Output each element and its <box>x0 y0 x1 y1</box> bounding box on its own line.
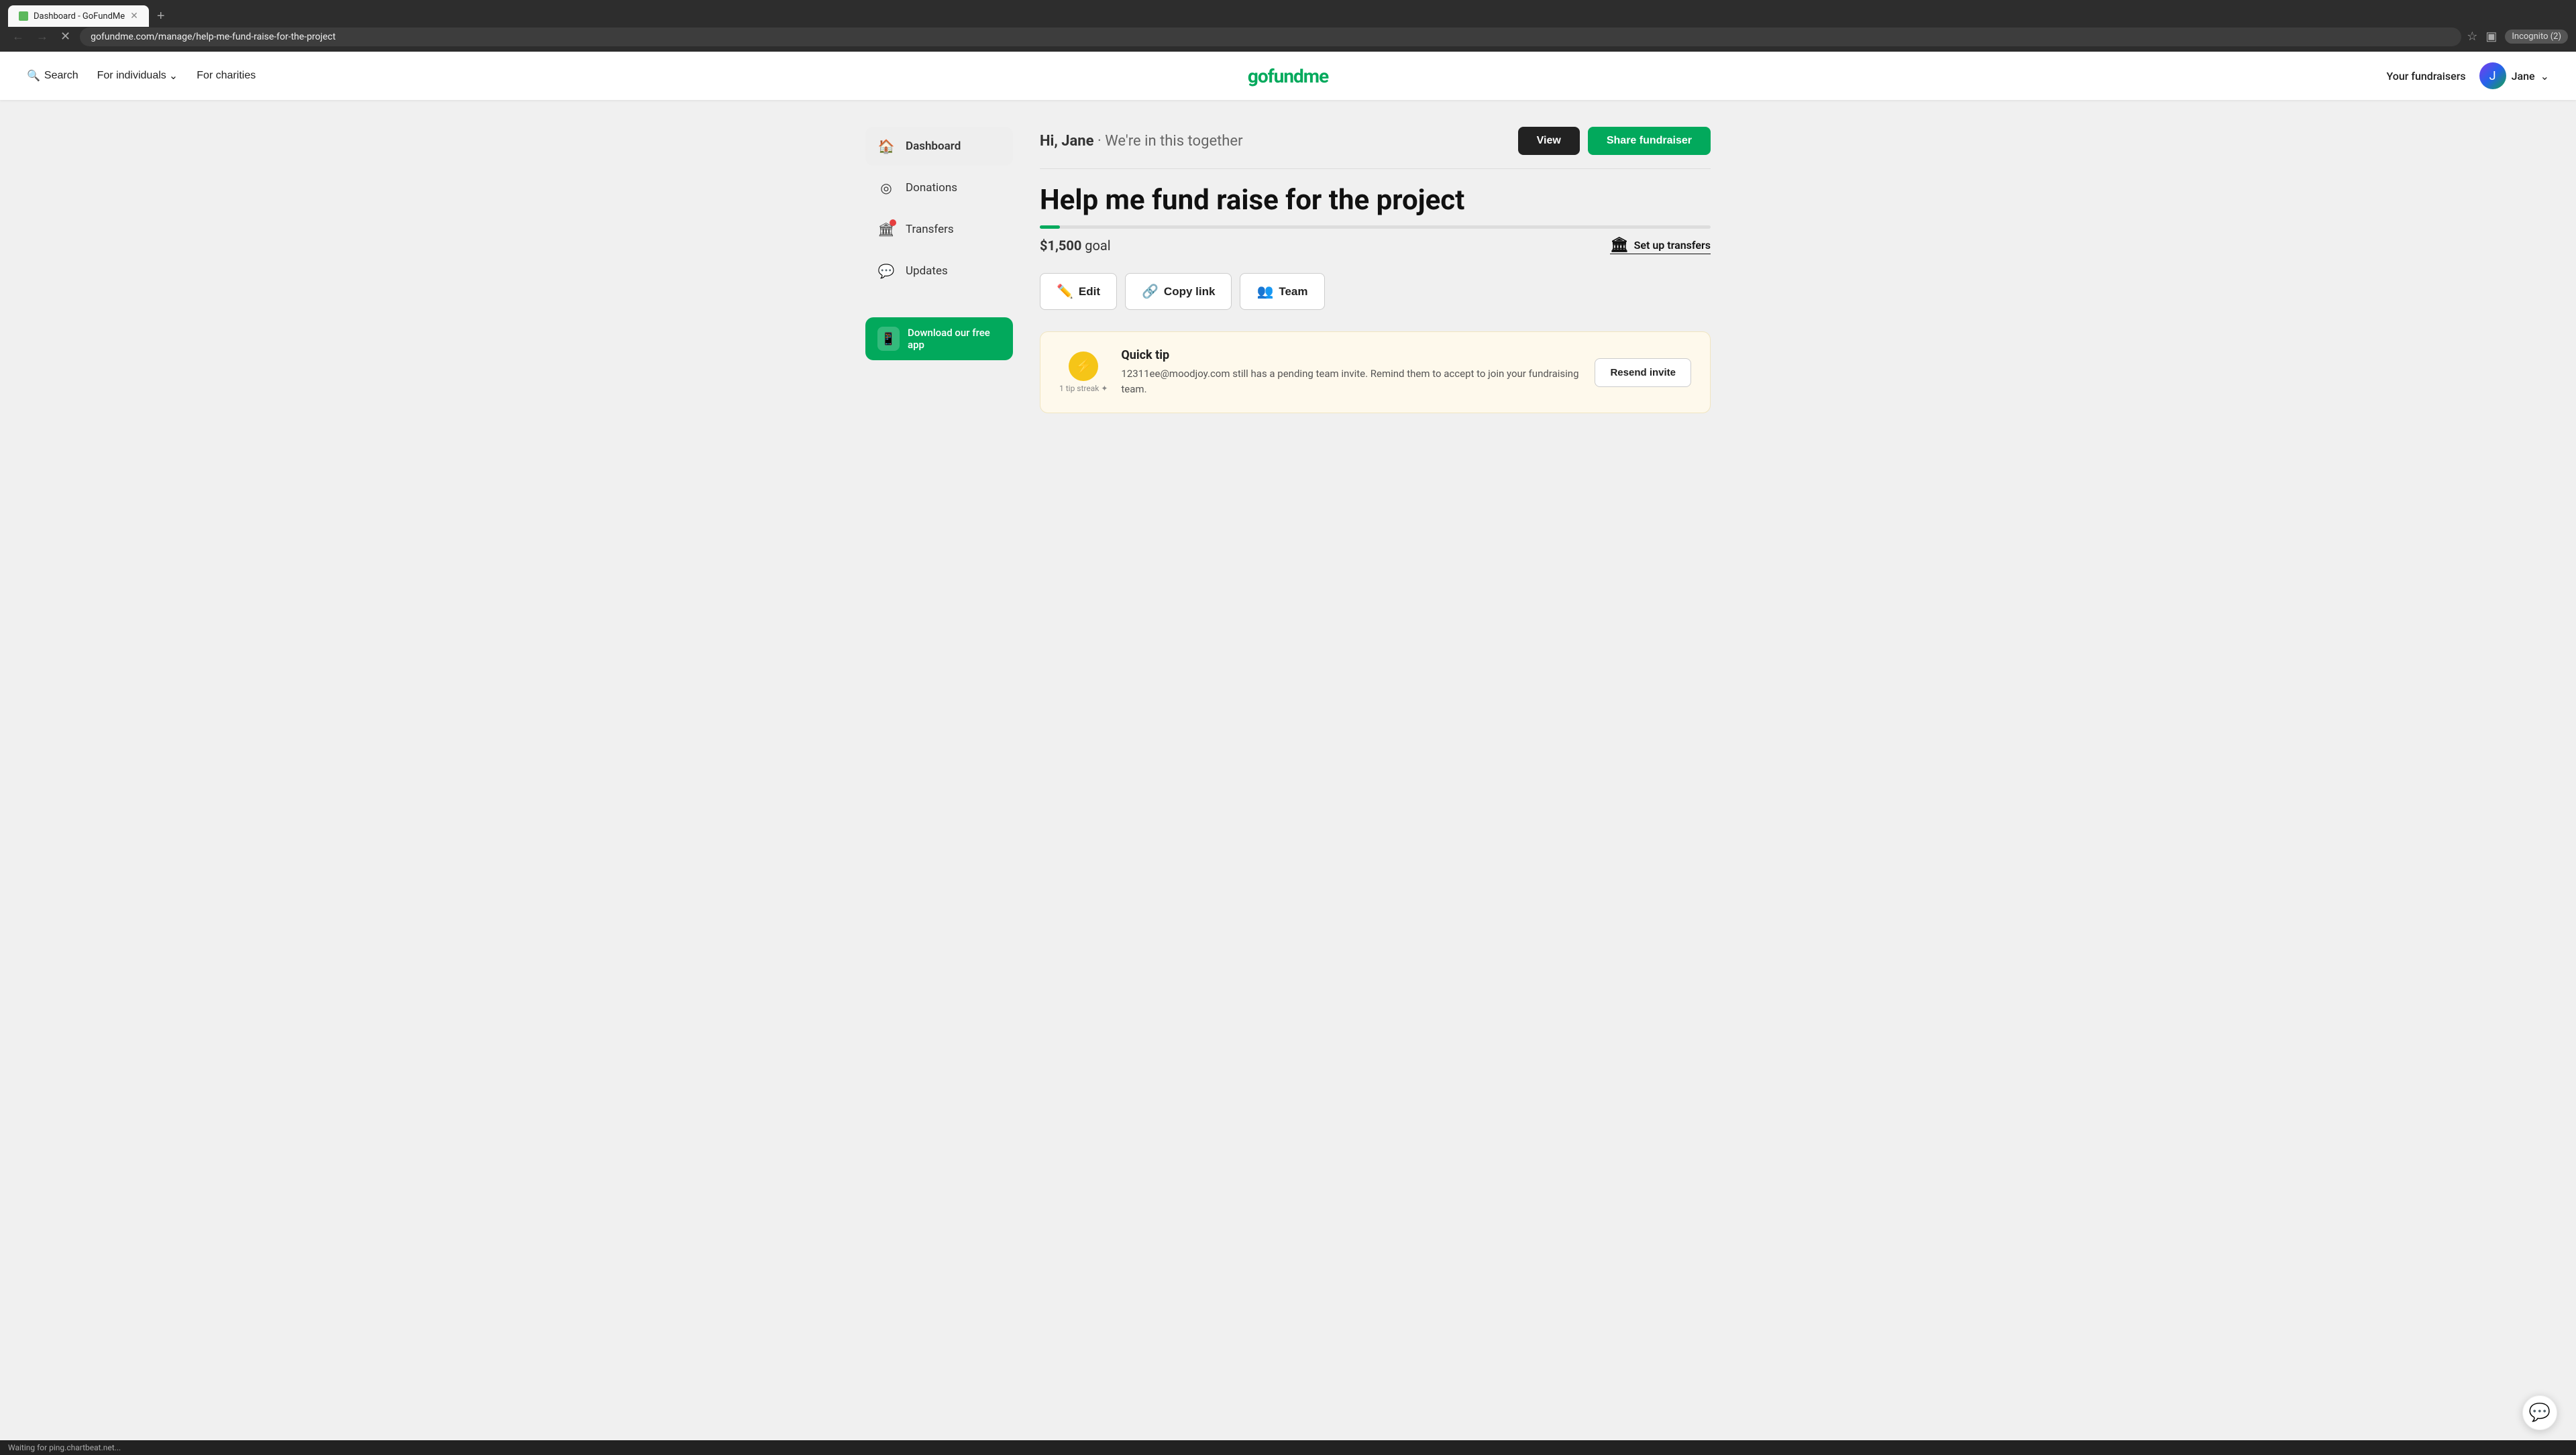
edit-button[interactable]: ✏️ Edit <box>1040 273 1117 310</box>
browser-right-icons: ☆ ▣ Incognito (2) <box>2467 30 2568 44</box>
sidebar: 🏠 Dashboard ◎ Donations 🏛 Transfers 💬 Up… <box>865 127 1013 413</box>
copy-link-label: Copy link <box>1164 285 1216 299</box>
browser-toolbar: ← → ✕ gofundme.com/manage/help-me-fund-r… <box>8 27 2568 46</box>
greeting-name: Hi, Jane <box>1040 133 1094 150</box>
tip-streak: 1 tip streak ✦ <box>1059 384 1108 393</box>
quick-tip-content: Quick tip 12311ee@moodjoy.com still has … <box>1121 348 1581 396</box>
download-app-button[interactable]: 📱 Download our free app <box>865 317 1013 360</box>
sidebar-label-dashboard: Dashboard <box>906 140 961 153</box>
tab-favicon <box>19 11 28 21</box>
copy-icon: 🔗 <box>1142 283 1159 300</box>
header-left: 🔍 Search For individuals ⌄ For charities <box>27 69 256 83</box>
for-individuals-label: For individuals <box>97 70 166 82</box>
resend-invite-button[interactable]: Resend invite <box>1595 358 1691 387</box>
sidebar-item-transfers[interactable]: 🏛 Transfers <box>865 210 1013 249</box>
updates-icon: 💬 <box>876 261 896 281</box>
chevron-down-icon: ⌄ <box>169 69 178 83</box>
copy-link-button[interactable]: 🔗 Copy link <box>1125 273 1232 310</box>
tab-title: Dashboard - GoFundMe <box>34 11 125 21</box>
your-fundraisers-link[interactable]: Your fundraisers <box>2386 70 2465 83</box>
share-fundraiser-button[interactable]: Share fundraiser <box>1588 127 1711 155</box>
sidebar-label-donations: Donations <box>906 181 957 195</box>
header-right: Your fundraisers J Jane ⌄ <box>2386 62 2549 89</box>
sidebar-item-donations[interactable]: ◎ Donations <box>865 168 1013 207</box>
avatar: J <box>2479 62 2506 89</box>
goal-text: $1,500 goal <box>1040 237 1111 254</box>
sidebar-label-updates: Updates <box>906 264 948 278</box>
view-button[interactable]: View <box>1518 127 1580 155</box>
greeting-subtitle: · <box>1097 133 1105 150</box>
search-icon: 🔍 <box>27 69 40 83</box>
app-store-icon: 📱 <box>877 327 900 351</box>
transfers-badge <box>890 219 896 226</box>
edit-icon: ✏️ <box>1057 283 1073 300</box>
tip-streak-text: 1 tip streak <box>1059 384 1099 393</box>
browser-nav-buttons: ← → ✕ <box>8 27 74 46</box>
reload-button[interactable]: ✕ <box>56 27 74 46</box>
url-display: gofundme.com/manage/help-me-fund-raise-f… <box>91 32 335 42</box>
user-menu[interactable]: J Jane ⌄ <box>2479 62 2549 89</box>
sidebar-icon[interactable]: ▣ <box>2485 30 2497 44</box>
set-up-transfers-link[interactable]: 🏛 Set up transfers <box>1610 237 1711 254</box>
chat-icon: 💬 <box>2529 1403 2551 1423</box>
team-icon: 👥 <box>1256 283 1273 300</box>
incognito-badge: Incognito (2) <box>2505 30 2568 44</box>
greeting-message: We're in this together <box>1105 133 1242 150</box>
status-bar: Waiting for ping.chartbeat.net... <box>0 1440 2576 1455</box>
download-app-label: Download our free app <box>908 327 1001 351</box>
progress-bar <box>1040 225 1711 229</box>
search-button[interactable]: 🔍 Search <box>27 69 78 83</box>
logo-text: gofundme <box>1248 65 1328 87</box>
set-up-transfers-label: Set up transfers <box>1634 239 1711 252</box>
progress-bar-fill <box>1040 225 1060 229</box>
edit-label: Edit <box>1079 285 1100 299</box>
site-header: 🔍 Search For individuals ⌄ For charities… <box>0 52 2576 100</box>
new-tab-button[interactable]: + <box>150 6 172 27</box>
site-logo[interactable]: gofundme <box>1248 65 1328 87</box>
quick-tip-title: Quick tip <box>1121 348 1581 362</box>
quick-tip-icon-area: ⚡ 1 tip streak ✦ <box>1059 352 1108 393</box>
sidebar-item-dashboard[interactable]: 🏠 Dashboard <box>865 127 1013 166</box>
for-charities-label: For charities <box>197 70 256 82</box>
chat-button[interactable]: 💬 <box>2522 1395 2557 1430</box>
streak-star-icon: ✦ <box>1101 384 1108 393</box>
sidebar-item-updates[interactable]: 💬 Updates <box>865 252 1013 290</box>
search-label: Search <box>44 70 78 82</box>
forward-button[interactable]: → <box>32 27 52 46</box>
action-buttons-row: ✏️ Edit 🔗 Copy link 👥 Team <box>1040 273 1711 310</box>
address-bar[interactable]: gofundme.com/manage/help-me-fund-raise-f… <box>80 28 2461 46</box>
dashboard-header: Hi, Jane · We're in this together View S… <box>1040 127 1711 169</box>
user-menu-chevron-icon: ⌄ <box>2540 70 2549 83</box>
status-text: Waiting for ping.chartbeat.net... <box>8 1443 121 1452</box>
tab-close-button[interactable]: ✕ <box>130 11 138 21</box>
goal-amount: $1,500 <box>1040 237 1081 254</box>
bank-icon: 🏛 <box>1610 237 1629 254</box>
bookmark-icon[interactable]: ☆ <box>2467 30 2477 44</box>
sidebar-label-transfers: Transfers <box>906 223 954 236</box>
for-individuals-menu[interactable]: For individuals ⌄ <box>97 69 178 83</box>
active-tab[interactable]: Dashboard - GoFundMe ✕ <box>8 5 149 27</box>
tab-bar: Dashboard - GoFundMe ✕ + <box>8 5 2568 27</box>
back-button[interactable]: ← <box>8 27 28 46</box>
header-action-buttons: View Share fundraiser <box>1518 127 1711 155</box>
quick-tip-card: ⚡ 1 tip streak ✦ Quick tip 12311ee@moodj… <box>1040 331 1711 413</box>
home-icon: 🏠 <box>876 136 896 156</box>
lightning-icon: ⚡ <box>1069 352 1098 381</box>
greeting-area: Hi, Jane · We're in this together <box>1040 133 1243 150</box>
user-name-label: Jane <box>2512 70 2535 83</box>
main-content: Hi, Jane · We're in this together View S… <box>1013 127 1711 413</box>
transfers-icon-wrap: 🏛 <box>876 219 896 239</box>
quick-tip-text: 12311ee@moodjoy.com still has a pending … <box>1121 366 1581 396</box>
donations-icon: ◎ <box>876 178 896 198</box>
goal-row: $1,500 goal 🏛 Set up transfers <box>1040 237 1711 254</box>
main-layout: 🏠 Dashboard ◎ Donations 🏛 Transfers 💬 Up… <box>852 100 1724 440</box>
team-button[interactable]: 👥 Team <box>1240 273 1324 310</box>
page-wrapper: 🔍 Search For individuals ⌄ For charities… <box>0 52 2576 1440</box>
fundraiser-title: Help me fund raise for the project <box>1040 185 1711 216</box>
team-label: Team <box>1279 285 1307 299</box>
sidebar-bottom: 📱 Download our free app <box>865 317 1013 360</box>
for-charities-link[interactable]: For charities <box>197 70 256 82</box>
goal-label-text: goal <box>1085 237 1110 254</box>
browser-chrome: Dashboard - GoFundMe ✕ + ← → ✕ gofundme.… <box>0 0 2576 52</box>
